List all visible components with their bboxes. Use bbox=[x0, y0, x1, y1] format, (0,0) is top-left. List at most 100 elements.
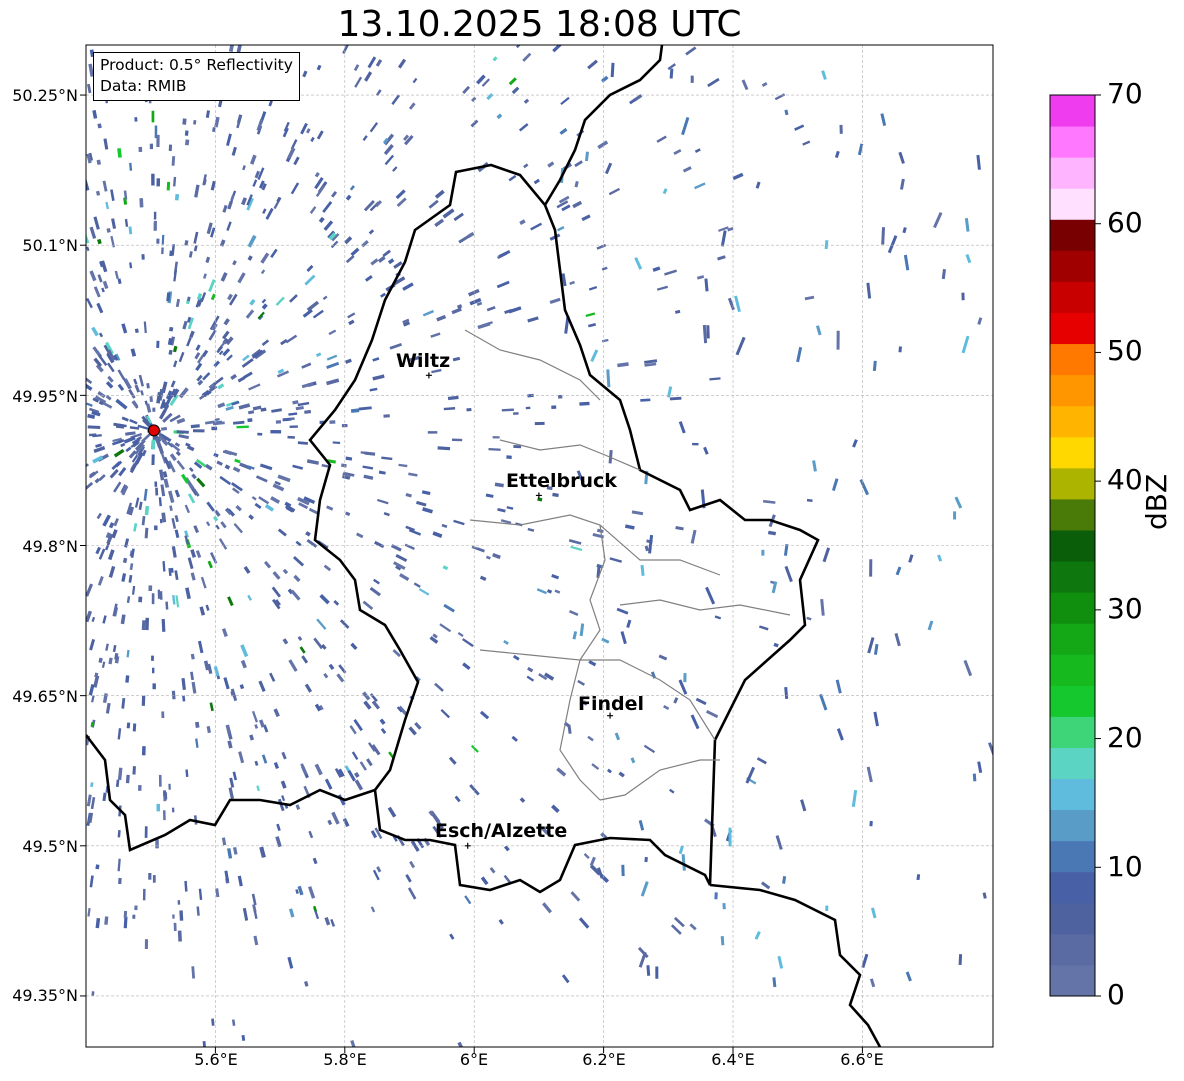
echo-bin bbox=[369, 122, 379, 133]
echo-bin bbox=[198, 888, 203, 900]
echo-bin bbox=[302, 308, 313, 318]
echo-bin bbox=[372, 357, 380, 362]
echo-bin bbox=[754, 930, 761, 940]
echo-bin bbox=[498, 249, 511, 259]
echo-bin bbox=[184, 139, 190, 146]
echo-bin bbox=[767, 530, 777, 536]
echo-bin bbox=[323, 564, 332, 572]
echo-bin bbox=[316, 130, 324, 140]
echo-bin bbox=[141, 746, 146, 756]
echo-bin bbox=[720, 935, 725, 946]
echo-bin bbox=[480, 876, 489, 886]
echo-bin bbox=[965, 253, 972, 264]
echo-bin bbox=[144, 527, 149, 539]
echo-bin bbox=[237, 875, 243, 887]
echo-bin bbox=[620, 631, 627, 645]
echo-bin bbox=[160, 484, 166, 497]
echo-bin bbox=[869, 978, 876, 988]
echo-bin bbox=[101, 661, 106, 668]
echo-bin bbox=[172, 594, 176, 605]
echo-bin bbox=[293, 156, 300, 166]
echo-bin bbox=[308, 886, 316, 899]
colorbar-segment bbox=[1050, 964, 1095, 997]
echo-bin bbox=[631, 510, 644, 516]
echo-bin bbox=[326, 361, 340, 369]
echo-bin bbox=[124, 218, 129, 227]
echo-bin bbox=[718, 226, 729, 232]
echo-bin bbox=[179, 910, 184, 921]
echo-bin bbox=[358, 406, 372, 411]
echo-bin bbox=[869, 559, 873, 577]
echo-bin bbox=[905, 971, 912, 982]
echo-bin bbox=[508, 174, 517, 182]
echo-bin bbox=[312, 857, 318, 865]
echo-bin bbox=[206, 501, 215, 512]
echo-bin bbox=[186, 445, 195, 452]
echo-bin bbox=[195, 362, 203, 371]
echo-bin bbox=[596, 243, 607, 250]
echo-bin bbox=[606, 369, 611, 388]
echo-bin bbox=[570, 545, 583, 552]
echo-bin bbox=[443, 406, 456, 411]
colorbar-segment bbox=[1050, 405, 1095, 438]
district-boundary bbox=[599, 759, 720, 801]
echo-bin bbox=[159, 469, 165, 481]
echo-bin bbox=[185, 587, 191, 600]
echo-bin bbox=[899, 178, 905, 190]
echo-bin bbox=[369, 387, 378, 392]
echo-bin bbox=[95, 918, 101, 929]
echo-bin bbox=[413, 582, 421, 588]
echo-bin bbox=[110, 189, 115, 201]
echo-bin bbox=[404, 543, 415, 551]
echo-bin bbox=[228, 787, 235, 800]
echo-bin bbox=[866, 766, 873, 783]
echo-bin bbox=[332, 441, 341, 445]
echo-bin bbox=[102, 280, 109, 290]
echo-bin bbox=[97, 123, 102, 129]
echo-bin bbox=[191, 966, 196, 979]
echo-bin bbox=[690, 714, 700, 730]
echo-bin bbox=[125, 774, 130, 784]
district-boundary bbox=[469, 514, 721, 576]
echo-bin bbox=[519, 219, 526, 226]
colorbar bbox=[1049, 94, 1101, 997]
echo-bin bbox=[851, 789, 858, 808]
echo-bin bbox=[161, 247, 164, 255]
echo-bin bbox=[526, 675, 535, 682]
echo-bin bbox=[322, 295, 328, 301]
radar-echo-layer bbox=[86, 45, 993, 1047]
echo-bin bbox=[717, 255, 726, 261]
city-label-findel: Findel bbox=[578, 693, 645, 715]
echo-bin bbox=[86, 179, 90, 191]
map-canvas bbox=[80, 44, 1101, 1053]
echo-bin bbox=[449, 933, 455, 940]
echo-bin bbox=[188, 467, 194, 472]
echo-bin bbox=[451, 307, 462, 315]
echo-bin bbox=[574, 160, 583, 168]
echo-bin bbox=[310, 136, 315, 142]
echo-bin bbox=[172, 345, 178, 353]
echo-bin bbox=[692, 442, 699, 446]
colorbar-tick-label: 30 bbox=[1107, 592, 1143, 625]
echo-bin bbox=[321, 464, 329, 468]
echo-bin bbox=[171, 517, 177, 529]
echo-bin bbox=[313, 637, 324, 650]
echo-bin bbox=[866, 282, 872, 299]
echo-bin bbox=[106, 227, 111, 233]
echo-bin bbox=[467, 288, 480, 297]
colorbar-tick-label: 70 bbox=[1107, 77, 1143, 110]
echo-bin bbox=[591, 763, 600, 770]
echo-bin bbox=[434, 189, 445, 199]
echo-bin bbox=[165, 601, 169, 610]
echo-bin bbox=[270, 248, 278, 259]
echo-bin bbox=[895, 566, 902, 576]
echo-bin bbox=[630, 757, 636, 764]
echo-bin bbox=[197, 640, 204, 654]
echo-bin bbox=[572, 631, 578, 640]
echo-bin bbox=[513, 412, 519, 415]
echo-bin bbox=[972, 773, 977, 782]
echo-bin bbox=[125, 675, 130, 683]
echo-bin bbox=[300, 122, 308, 135]
echo-bin bbox=[263, 560, 272, 569]
echo-bin bbox=[214, 116, 220, 128]
